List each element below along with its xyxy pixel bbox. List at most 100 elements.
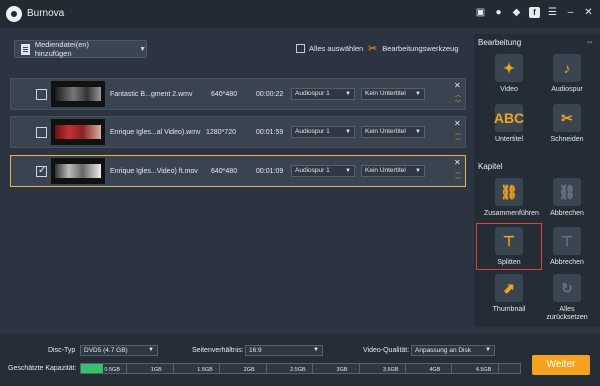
tools-icon: ✂ <box>368 43 378 55</box>
video-name: Enrique Igles...al Video).wmv <box>110 129 201 136</box>
tools-panel: Bearbeitung ⇔ ✦ Video ♪ Audiospur ABC Un… <box>474 34 600 327</box>
tool-label: Abbrechen <box>550 259 584 266</box>
scissors-icon: ✂ <box>553 104 581 132</box>
move-down-icon[interactable]: ﹀ <box>455 175 461 184</box>
tool-thumbnail[interactable]: ⬈ Thumbnail <box>484 274 534 314</box>
title-bar: Burnova ▣ ● ◆ f ☰ – ✕ <box>0 0 600 28</box>
select-all-checkbox[interactable]: Alles auswählen <box>296 44 363 53</box>
capacity-tick-line <box>265 364 267 373</box>
expand-icon[interactable]: ⇔ <box>586 37 594 46</box>
cart-icon[interactable]: ● <box>493 7 504 18</box>
subtitle-value: Kein Untertitel <box>365 167 406 174</box>
tool-cancel-merge[interactable]: ⛓ Abbrechen <box>542 178 592 218</box>
capacity-tick-label: 4GB <box>429 367 441 373</box>
quality-select[interactable]: Anpassung an Disk ▼ <box>411 345 495 356</box>
row-checkbox[interactable] <box>36 127 47 138</box>
subtitle-select[interactable]: Kein Untertitel ▼ <box>361 88 425 100</box>
aspect-value: 16:9 <box>249 347 262 354</box>
chevron-down-icon: ▼ <box>345 168 351 174</box>
video-name: Fantastic B...gment 2.wmv <box>110 91 193 98</box>
tool-audio[interactable]: ♪ Audiospur <box>542 54 592 94</box>
capacity-tick-label: 3GB <box>336 367 348 373</box>
disc-type-select[interactable]: DVD5 (4.7 GB) ▼ <box>80 345 158 356</box>
tool-video[interactable]: ✦ Video <box>484 54 534 94</box>
audio-track-select[interactable]: Audiospur 1 ▼ <box>291 88 355 100</box>
next-button[interactable]: Weiter <box>532 355 590 375</box>
video-name: Enrique Igles...Video) ft.mov <box>110 168 198 175</box>
chevron-down-icon: ▼ <box>313 347 319 353</box>
menu-icon[interactable]: ☰ <box>547 7 558 18</box>
video-row[interactable]: Enrique Igles...Video) ft.mov 640*480 00… <box>10 155 466 187</box>
tool-reset-all[interactable]: ↻ Alles zurücksetzen <box>542 274 592 322</box>
chevron-down-icon: ▼ <box>148 347 154 353</box>
close-icon[interactable]: ✕ <box>583 7 594 18</box>
chevron-down-icon: ▼ <box>415 168 421 174</box>
tool-label: Thumbnail <box>492 306 526 313</box>
capacity-tick-label: 1GB <box>150 367 162 373</box>
bottom-bar <box>0 334 600 386</box>
capacity-fill <box>81 364 104 373</box>
disc-type-label: Disc-Typ <box>48 347 76 354</box>
remove-icon[interactable]: ✕ <box>454 81 461 90</box>
tool-label: Alles zurücksetzen <box>546 306 588 321</box>
chevron-down-icon: ▼ <box>415 129 421 135</box>
section-edit-title: Bearbeitung <box>478 38 522 47</box>
document-icon <box>21 43 30 55</box>
edit-tool-button[interactable]: ✂ Bearbeitungswerkzeug <box>368 42 459 55</box>
capacity-tick-line <box>451 364 453 373</box>
audio-track-select[interactable]: Audiospur 1 ▼ <box>291 126 355 138</box>
tool-label: Schneiden <box>550 136 584 143</box>
capacity-tick-label: 2.5GB <box>290 367 306 373</box>
audio-track-value: Audiospur 1 <box>295 90 330 97</box>
reset-icon: ↻ <box>553 274 581 302</box>
subtitle-select[interactable]: Kein Untertitel ▼ <box>361 126 425 138</box>
subtitle-value: Kein Untertitel <box>365 90 406 97</box>
add-media-button[interactable]: Mediendatei(en) hinzufügen ▼ <box>14 40 147 58</box>
row-checkbox[interactable] <box>36 165 47 177</box>
user-icon[interactable]: ◆ <box>511 7 522 18</box>
capacity-tick-line <box>126 364 128 373</box>
aspect-label: Seitenverhältnis: <box>192 347 244 354</box>
app-logo-icon <box>6 6 22 22</box>
capacity-tick-label: 1.5GB <box>197 367 213 373</box>
audio-track-value: Audiospur 1 <box>295 167 330 174</box>
app-title: Burnova <box>27 8 65 19</box>
tool-label: Zusammenführen <box>484 210 539 217</box>
video-row[interactable]: Fantastic B...gment 2.wmv 640*480 00:00:… <box>10 78 466 110</box>
remove-icon[interactable]: ✕ <box>454 119 461 128</box>
tool-label: Video <box>500 86 518 93</box>
microphone-icon: ♪ <box>553 54 581 82</box>
tool-merge[interactable]: ⛓ Zusammenführen <box>484 178 539 218</box>
audio-track-value: Audiospur 1 <box>295 128 330 135</box>
chevron-down-icon: ▼ <box>139 45 146 53</box>
abc-icon: ABC <box>494 104 524 132</box>
disc-type-value: DVD5 (4.7 GB) <box>84 347 128 354</box>
move-down-icon[interactable]: ﹀ <box>455 136 461 145</box>
checkbox-box[interactable] <box>296 44 305 53</box>
chevron-down-icon: ▼ <box>415 91 421 97</box>
capacity-tick-label: 4.5GB <box>475 367 492 373</box>
remove-icon[interactable]: ✕ <box>454 158 461 167</box>
minimize-icon[interactable]: – <box>565 7 576 18</box>
video-row[interactable]: Enrique Igles...al Video).wmv 1280*720 0… <box>10 116 466 148</box>
video-duration: 00:01:09 <box>256 168 284 175</box>
row-checkbox[interactable] <box>36 89 47 100</box>
video-duration: 00:00:22 <box>256 91 284 98</box>
save-icon[interactable]: ▣ <box>475 7 486 18</box>
move-down-icon[interactable]: ﹀ <box>455 98 461 107</box>
tool-split[interactable]: ⊤ Splitten <box>476 223 542 270</box>
tool-cut[interactable]: ✂ Schneiden <box>542 104 592 144</box>
audio-track-select[interactable]: Audiospur 1 ▼ <box>291 165 355 177</box>
tool-subtitle[interactable]: ABC Untertitel <box>484 104 534 144</box>
magic-wand-icon: ✦ <box>495 54 523 82</box>
tool-cancel-split[interactable]: ⊤ Abbrechen <box>542 227 592 267</box>
subtitle-select[interactable]: Kein Untertitel ▼ <box>361 165 425 177</box>
tool-label: Splitten <box>497 259 521 266</box>
aspect-select[interactable]: 16:9 ▼ <box>245 345 323 356</box>
facebook-icon[interactable]: f <box>529 7 540 18</box>
add-media-label: Mediendatei(en) hinzufügen <box>34 40 90 58</box>
edit-tool-label: Bearbeitungswerkzeug <box>382 44 459 53</box>
tool-label: Audiospur <box>551 86 583 93</box>
capacity-tick-label: 3.5GB <box>382 367 399 373</box>
video-duration: 00:01:59 <box>256 129 284 136</box>
